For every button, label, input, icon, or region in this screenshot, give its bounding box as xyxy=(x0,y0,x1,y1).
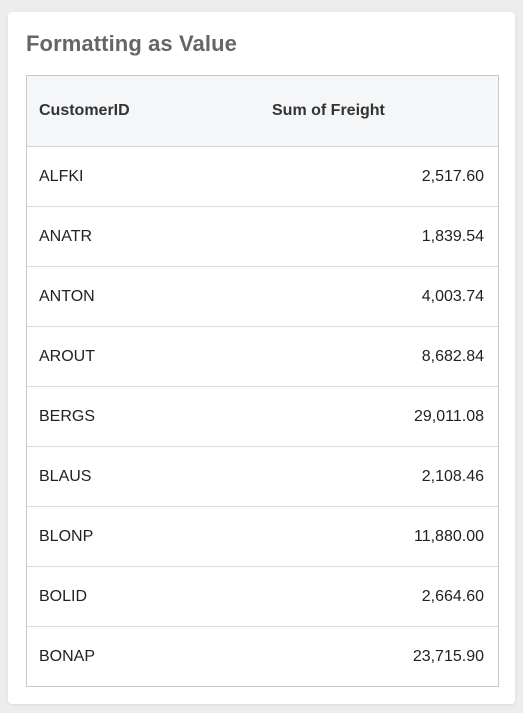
pivot-card: Formatting as Value CustomerID Sum of Fr… xyxy=(8,12,515,704)
table-row[interactable]: BERGS 29,011.08 xyxy=(27,387,498,447)
customer-id-cell: BOLID xyxy=(39,587,88,605)
freight-cell: 2,664.60 xyxy=(421,587,484,605)
grid-header: CustomerID Sum of Freight xyxy=(27,76,498,147)
column-header-sum-of-freight[interactable]: Sum of Freight xyxy=(260,102,498,120)
freight-cell: 23,715.90 xyxy=(412,647,484,665)
table-row[interactable]: BLAUS 2,108.46 xyxy=(27,447,498,507)
table-row[interactable]: BONAP 23,715.90 xyxy=(27,627,498,686)
table-row[interactable]: ANATR 1,839.54 xyxy=(27,207,498,267)
customer-id-cell: ANTON xyxy=(39,287,95,305)
customer-id-cell: AROUT xyxy=(39,347,95,365)
customer-id-cell: ALFKI xyxy=(39,167,84,185)
freight-cell: 2,517.60 xyxy=(421,167,484,185)
customer-id-cell: ANATR xyxy=(39,227,93,245)
table-row[interactable]: BOLID 2,664.60 xyxy=(27,567,498,627)
freight-cell: 2,108.46 xyxy=(421,467,484,485)
freight-cell: 29,011.08 xyxy=(414,407,484,425)
pivot-grid: CustomerID Sum of Freight ALFKI 2,517.60… xyxy=(26,75,499,687)
table-row[interactable]: ALFKI 2,517.60 xyxy=(27,147,498,207)
freight-cell: 1,839.54 xyxy=(421,227,484,245)
table-row[interactable]: AROUT 8,682.84 xyxy=(27,327,498,387)
customer-id-cell: BLONP xyxy=(39,527,94,545)
table-row[interactable]: ANTON 4,003.74 xyxy=(27,267,498,327)
table-row[interactable]: BLONP 11,880.00 xyxy=(27,507,498,567)
freight-cell: 4,003.74 xyxy=(421,287,484,305)
freight-cell: 11,880.00 xyxy=(414,527,484,545)
customer-id-cell: BERGS xyxy=(39,407,96,425)
customer-id-cell: BLAUS xyxy=(39,467,92,485)
customer-id-cell: BONAP xyxy=(39,647,96,665)
freight-cell: 8,682.84 xyxy=(421,347,484,365)
column-header-customerid[interactable]: CustomerID xyxy=(27,102,260,120)
card-title: Formatting as Value xyxy=(26,31,237,56)
